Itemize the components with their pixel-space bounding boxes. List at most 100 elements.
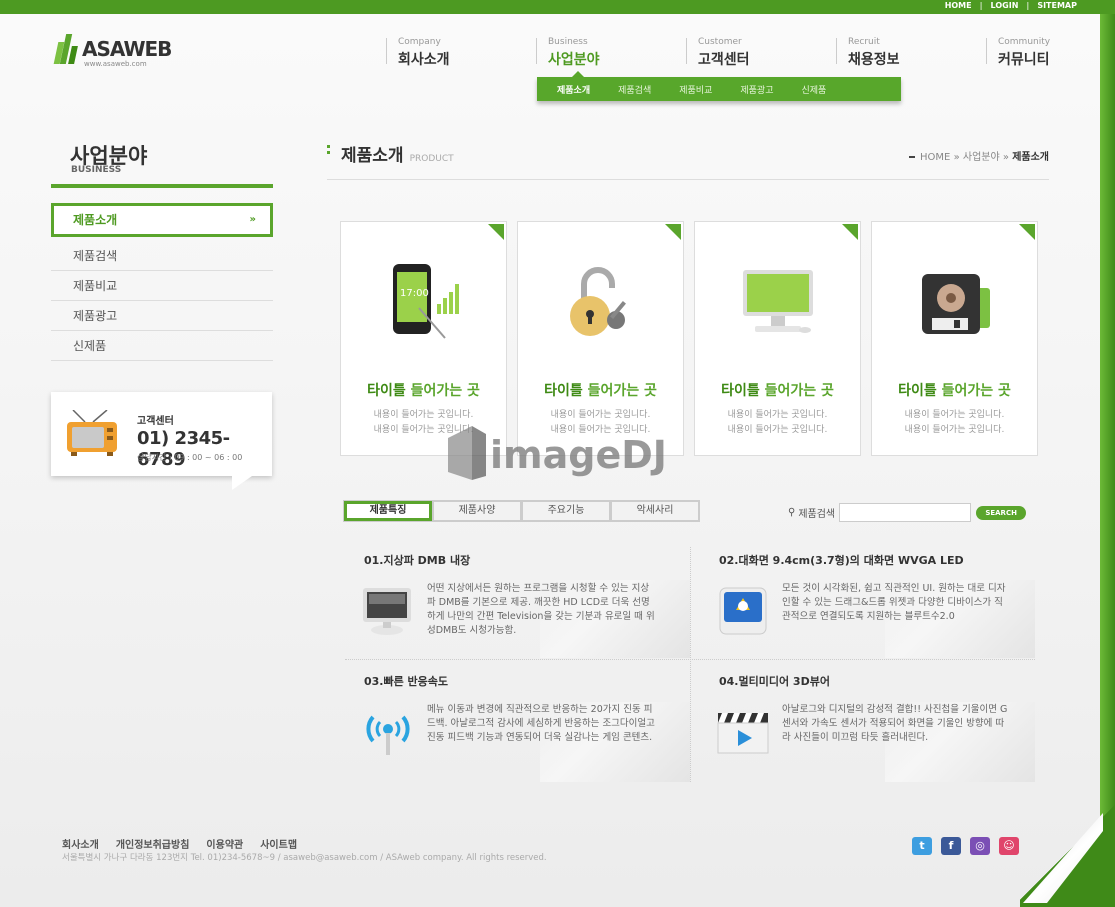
card-title: 타이틀 들어가는 곳 xyxy=(367,383,480,399)
nav-company[interactable]: Company 회사소개 xyxy=(386,37,536,68)
subnav-item-ad[interactable]: 제품광고 xyxy=(740,83,773,96)
footer-link-company[interactable]: 회사소개 xyxy=(62,836,99,851)
corner-tag xyxy=(842,224,858,240)
feature-item: 04.멀티미디어 3D뷰어 아날로그와 디지털의 감성적 결합!! 사진첩을 기… xyxy=(700,665,1046,786)
sitemap-link[interactable]: SITEMAP xyxy=(1037,1,1077,10)
product-card[interactable]: 타이틀 들어가는 곳 내용이 들어가는 곳입니다. 내용이 들어가는 곳입니다. xyxy=(694,221,861,456)
blog-icon[interactable]: ☺ xyxy=(999,837,1019,855)
customer-center-phone: 01) 2345-6789 xyxy=(137,428,230,470)
search-icon: ⚲ xyxy=(788,507,796,518)
nav-recruit-label: 채용정보 xyxy=(848,52,900,68)
feature-title: 01.지상파 DMB 내장 xyxy=(364,554,471,567)
sidebar-item-compare[interactable]: 제품비교 xyxy=(51,271,273,301)
sidebar-title-en: BUSINESS xyxy=(71,165,122,175)
main-nav: Company 회사소개 Business 사업분야 Customer 고객센터… xyxy=(386,37,1056,68)
card-title: 타이틀 들어가는 곳 xyxy=(721,383,834,399)
logo-mark-icon xyxy=(53,34,78,64)
tab-specs[interactable]: 제품사양 xyxy=(433,501,521,521)
title-divider xyxy=(327,179,1049,180)
sidebar-divider xyxy=(51,184,273,188)
page-title-text: 제품소개 xyxy=(341,146,404,166)
video-clapper-icon xyxy=(717,713,769,754)
page-title-en: PRODUCT xyxy=(409,154,454,164)
subnav-item-compare[interactable]: 제품비교 xyxy=(679,83,712,96)
subnav-item-intro[interactable]: 제품소개 xyxy=(557,83,590,96)
corner-tag xyxy=(488,224,504,240)
sidebar-item-search[interactable]: 제품검색 xyxy=(51,241,273,271)
subnav-item-new[interactable]: 신제품 xyxy=(802,83,827,96)
feature-item: 02.대화면 9.4cm(3.7형)의 대화면 WVGA LED 모든 것이 시… xyxy=(700,544,1046,665)
nav-recruit-en: Recruit xyxy=(848,37,880,47)
twitter-icon[interactable]: t xyxy=(912,837,932,855)
product-cards: 17:00 타이틀 들어가는 곳 내용이 들어가는 곳입니다. 내용이 들어가는 … xyxy=(340,221,1038,456)
nav-community-label: 커뮤니티 xyxy=(998,52,1050,68)
smartphone-icon: 17:00 xyxy=(392,264,459,339)
feature-text: 아날로그와 디지털의 감성적 결합!! 사진첩을 기울이면 G센서와 가속도 센… xyxy=(782,704,1008,743)
nav-customer-en: Customer xyxy=(698,37,742,47)
footer-link-sitemap[interactable]: 사이트맵 xyxy=(260,836,297,851)
nav-company-label: 회사소개 xyxy=(398,52,450,68)
right-green-strip xyxy=(1100,14,1115,907)
tv-monitor-icon xyxy=(363,588,411,635)
nav-community[interactable]: Community 커뮤니티 xyxy=(986,38,1056,68)
sub-nav: 제품소개 제품검색 제품비교 제품광고 신제품 xyxy=(537,77,901,101)
tab-accessories[interactable]: 악세사리 xyxy=(611,501,699,521)
customer-center-label: 고객센터 xyxy=(137,416,174,427)
breadcrumb-current: 제품소개 xyxy=(1012,152,1049,163)
watermark-logo: imageDJ xyxy=(448,426,664,480)
logo-url: www.asaweb.com xyxy=(84,60,147,68)
feature-text: 어떤 지상에서든 원하는 프로그램을 시청할 수 있는 지상파 DMB를 기본으… xyxy=(427,583,655,636)
subnav-item-search[interactable]: 제품검색 xyxy=(618,83,651,96)
footer-link-terms[interactable]: 이용약관 xyxy=(206,836,243,851)
social-links: t f ◎ ☺ xyxy=(912,837,1019,855)
product-card[interactable]: 타이틀 들어가는 곳 내용이 들어가는 곳입니다. 내용이 들어가는 곳입니다. xyxy=(871,221,1038,456)
card-title: 타이틀 들어가는 곳 xyxy=(898,383,1011,399)
top-bar: HOME | LOGIN | SITEMAP xyxy=(0,0,1115,14)
customer-center-hours: 상담시간 : 09 : 00 ~ 06 : 00 xyxy=(137,453,243,462)
card-description: 내용이 들어가는 곳입니다. 내용이 들어가는 곳입니다. xyxy=(904,410,1005,435)
footer-link-privacy[interactable]: 개인정보취급방침 xyxy=(116,836,190,851)
page-title: 제품소개 PRODUCT xyxy=(327,141,454,166)
padlock-icon xyxy=(569,267,626,336)
product-card[interactable]: 타이틀 들어가는 곳 내용이 들어가는 곳입니다. 내용이 들어가는 곳입니다. xyxy=(517,221,684,456)
home-link[interactable]: HOME xyxy=(945,1,972,10)
nav-business-en: Business xyxy=(548,37,588,47)
facebook-icon[interactable]: f xyxy=(941,837,961,855)
feature-item: 03.빠른 반응속도 메뉴 이동과 변경에 직관적으로 반응하는 20가지 진동… xyxy=(345,665,691,786)
sidebar-item-label: 제품소개 xyxy=(73,213,118,227)
nav-customer[interactable]: Customer 고객센터 xyxy=(686,37,836,68)
customer-center-box: 고객센터 01) 2345-6789 상담시간 : 09 : 00 ~ 06 :… xyxy=(51,392,272,476)
nav-recruit[interactable]: Recruit 채용정보 xyxy=(836,37,986,68)
product-card[interactable]: 17:00 타이틀 들어가는 곳 내용이 들어가는 곳입니다. 내용이 들어가는 … xyxy=(340,221,507,456)
wireless-signal-icon xyxy=(366,715,410,755)
nav-business[interactable]: Business 사업분야 xyxy=(536,37,686,68)
search-button[interactable]: SEARCH xyxy=(976,505,1027,520)
tab-functions[interactable]: 주요기능 xyxy=(522,501,610,521)
nav-company-en: Company xyxy=(398,37,441,47)
speech-tail xyxy=(232,476,252,490)
breadcrumb-business[interactable]: 사업분야 xyxy=(963,152,1000,163)
sidebar-item-intro[interactable]: 제품소개 » xyxy=(51,203,273,237)
nav-business-label: 사업분야 xyxy=(548,52,600,68)
sidebar-item-new[interactable]: 신제품 xyxy=(51,331,273,361)
login-link[interactable]: LOGIN xyxy=(991,1,1019,10)
product-search-label: 제품검색 xyxy=(798,509,836,520)
top-links: HOME | LOGIN | SITEMAP xyxy=(944,1,1077,10)
corner-tag xyxy=(665,224,681,240)
sidebar-menu: 제품소개 » 제품검색 제품비교 제품광고 신제품 xyxy=(51,203,273,361)
feature-text: 모든 것이 시각화된, 쉽고 직관적인 UI. 원하는 대로 디자인할 수 있는… xyxy=(782,583,1006,622)
nav-customer-label: 고객센터 xyxy=(698,52,750,68)
sidebar-item-ad[interactable]: 제품광고 xyxy=(51,301,273,331)
tv-icon xyxy=(67,410,117,456)
logo-text: ASAWEB xyxy=(82,37,172,61)
double-chevron-right-icon: » xyxy=(249,214,256,225)
product-search-input[interactable] xyxy=(839,503,972,522)
breadcrumb-home[interactable]: HOME xyxy=(920,152,950,163)
monitor-icon xyxy=(742,270,813,333)
logo[interactable]: ASAWEB www.asaweb.com xyxy=(53,34,172,68)
tab-features[interactable]: 제품특징 xyxy=(344,501,432,521)
feature-item: 01.지상파 DMB 내장 어떤 지상에서든 원하는 프로그램을 시청할 수 있… xyxy=(345,544,691,665)
feature-title: 03.빠른 반응속도 xyxy=(364,675,449,688)
messenger-icon[interactable]: ◎ xyxy=(970,837,990,855)
feature-text: 메뉴 이동과 변경에 직관적으로 반응하는 20가지 진동 피드백. 아날로그적… xyxy=(427,704,655,743)
